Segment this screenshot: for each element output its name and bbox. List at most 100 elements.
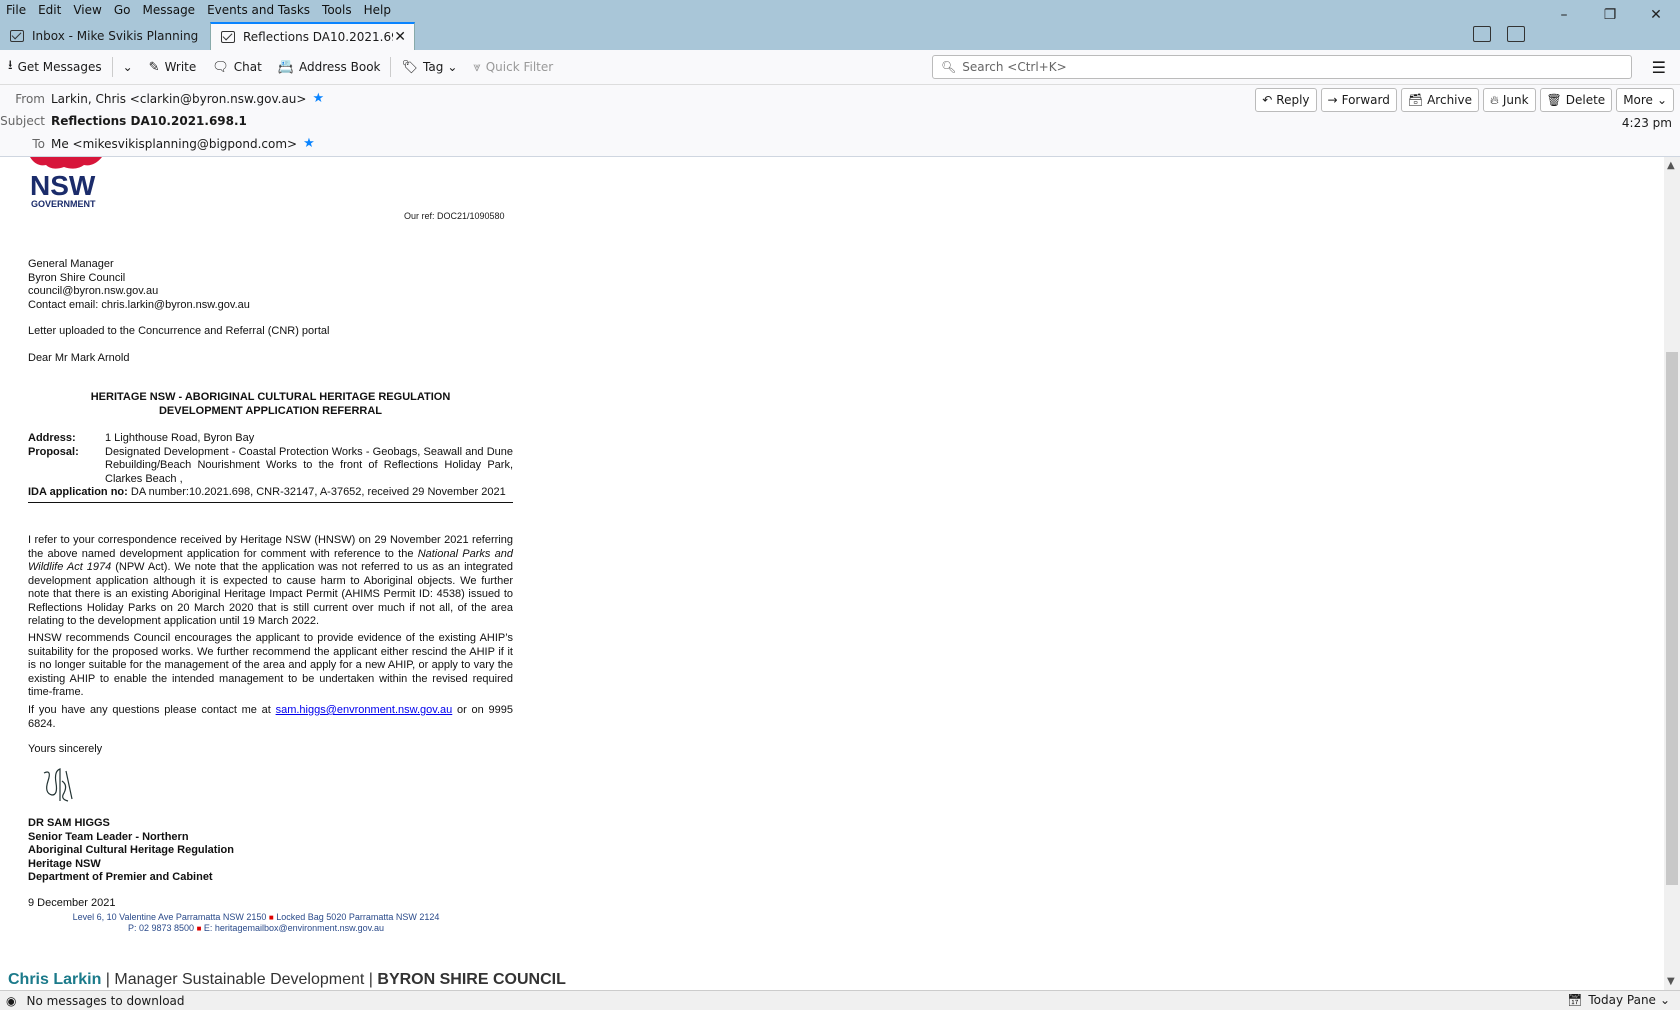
- menu-file[interactable]: File: [6, 3, 26, 17]
- subject-label: Subject: [0, 114, 45, 128]
- star-icon[interactable]: ★: [303, 136, 315, 151]
- quick-filter-button[interactable]: ⩔ Quick Filter: [465, 54, 561, 80]
- address-label: Address:: [28, 432, 76, 444]
- status-bar: ◉ No messages to download 📅︎ Today Pane …: [0, 990, 1680, 1010]
- minimize-button[interactable]: –: [1541, 4, 1587, 26]
- tag-button[interactable]: 🏷 Tag ⌄: [393, 54, 465, 80]
- recipient-line: Byron Shire Council: [28, 271, 126, 284]
- ida-label: IDA application no:: [28, 486, 128, 498]
- paragraph-3: If you have any questions please contact…: [28, 704, 513, 731]
- filter-icon: ⩔: [473, 59, 481, 75]
- nsw-logo-subtext: GOVERNMENT: [31, 199, 96, 209]
- footer-line-2: P: 02 9873 8500 ■ E: heritagemailbox@env…: [0, 923, 512, 933]
- menu-go[interactable]: Go: [114, 3, 131, 17]
- delete-button[interactable]: 🗑 Delete: [1539, 88, 1613, 112]
- trash-icon: 🗑: [1546, 93, 1562, 107]
- proposal-value: Designated Development - Coastal Protect…: [105, 445, 513, 485]
- get-messages-dropdown[interactable]: ⌄: [115, 54, 141, 80]
- activity-icon[interactable]: ◉: [6, 994, 16, 1008]
- signatory-block: DR SAM HIGGS Senior Team Leader - Northe…: [28, 817, 513, 885]
- search-input[interactable]: 🔍︎ Search <Ctrl+K>: [932, 55, 1632, 79]
- menu-view[interactable]: View: [73, 3, 101, 17]
- envelope-icon: [221, 31, 235, 43]
- footer-bullet-icon: ■: [268, 913, 274, 922]
- status-text: No messages to download: [26, 993, 185, 1008]
- close-window-button[interactable]: ✕: [1633, 4, 1679, 26]
- archive-icon: 🗃: [1407, 93, 1424, 107]
- nsw-logo-text: NSW: [30, 170, 96, 201]
- paragraph-2: HNSW recommends Council encourages the a…: [28, 632, 513, 698]
- address-book-button[interactable]: 📇 Address Book: [270, 54, 389, 80]
- subject-value: Reflections DA10.2021.698.1: [51, 114, 247, 128]
- chevron-down-icon: ⌄: [122, 60, 133, 74]
- tag-icon: 🏷: [401, 59, 418, 75]
- tab-inbox-label: Inbox - Mike Svikis Planning: [32, 29, 199, 43]
- address-book-label: Address Book: [299, 60, 381, 74]
- salutation: Dear Mr Mark Arnold: [28, 352, 130, 364]
- email-signature: Chris Larkin | Manager Sustainable Devel…: [8, 971, 566, 989]
- to-value[interactable]: Me <mikesvikisplanning@bigpond.com>: [51, 137, 297, 151]
- delete-label: Delete: [1565, 93, 1606, 107]
- proposal-row: Proposal: Designated Development - Coast…: [28, 446, 513, 487]
- archive-label: Archive: [1427, 93, 1472, 107]
- upload-note: Letter uploaded to the Concurrence and R…: [28, 325, 330, 337]
- scrollbar-thumb[interactable]: [1666, 352, 1678, 885]
- get-messages-label: Get Messages: [17, 60, 102, 74]
- message-header: From Larkin, Chris <clarkin@byron.nsw.go…: [0, 85, 1680, 157]
- contact-email-link[interactable]: sam.higgs@envronment.nsw.gov.au: [276, 704, 453, 716]
- from-row: From Larkin, Chris <clarkin@byron.nsw.go…: [0, 91, 324, 106]
- recipient-line: Contact email: chris.larkin@byron.nsw.go…: [28, 298, 250, 311]
- forward-label: Forward: [1341, 93, 1390, 107]
- toolbar-divider: [111, 57, 113, 77]
- signatory-line: Aboriginal Cultural Heritage Regulation: [28, 844, 234, 856]
- reply-label: Reply: [1276, 93, 1310, 107]
- address-book-icon: 📇: [277, 59, 295, 75]
- get-messages-button[interactable]: ⭳ Get Messages: [0, 54, 110, 80]
- quick-filter-label: Quick Filter: [485, 60, 554, 74]
- star-icon[interactable]: ★: [312, 91, 324, 106]
- tag-label: Tag: [423, 60, 444, 74]
- address-row: Address: 1 Lighthouse Road, Byron Bay: [28, 432, 513, 446]
- header-buttons: ↶ Reply → Forward 🗃 Archive 🔥︎ Junk 🗑 Delete …: [1251, 88, 1674, 112]
- junk-button[interactable]: 🔥︎ Junk: [1483, 88, 1536, 112]
- tab-close-icon[interactable]: ✕: [394, 29, 406, 45]
- tasks-icon[interactable]: [1507, 26, 1525, 42]
- calendar-icon[interactable]: [1473, 26, 1491, 42]
- chat-button[interactable]: 🗨 Chat: [204, 54, 270, 80]
- menu-edit[interactable]: Edit: [38, 3, 61, 17]
- paragraph-1: I refer to your correspondence received …: [28, 534, 513, 629]
- from-value[interactable]: Larkin, Chris <clarkin@byron.nsw.gov.au>: [51, 92, 306, 106]
- today-pane-toggle[interactable]: 📅︎ Today Pane ⌄: [1567, 993, 1670, 1007]
- calendar-icon: 📅︎: [1567, 993, 1583, 1007]
- menu-message[interactable]: Message: [142, 3, 195, 17]
- more-button[interactable]: More ⌄: [1616, 88, 1674, 112]
- menu-events-tasks[interactable]: Events and Tasks: [207, 3, 310, 17]
- heading-line-1: HERITAGE NSW - ABORIGINAL CULTURAL HERIT…: [90, 391, 451, 403]
- menu-help[interactable]: Help: [364, 3, 391, 17]
- app-menu-icon[interactable]: ☰: [1652, 58, 1666, 77]
- restore-button[interactable]: ❐: [1587, 4, 1633, 26]
- tab-message[interactable]: Reflections DA10.2021.698.1 ✕: [210, 22, 415, 50]
- menu-bar: File Edit View Go Message Events and Tas…: [0, 0, 403, 20]
- ida-value: DA number:10.2021.698, CNR-32147, A-3765…: [130, 486, 506, 498]
- nsw-government-logo: NSW GOVERNMENT: [28, 157, 108, 211]
- to-label: To: [32, 136, 45, 151]
- signature-title: Manager Sustainable Development: [114, 971, 365, 988]
- footer-email: E: heritagemailbox@environment.nsw.gov.a…: [203, 923, 384, 933]
- ida-row: IDA application no: DA number:10.2021.69…: [28, 486, 513, 500]
- archive-button[interactable]: 🗃 Archive: [1400, 88, 1479, 112]
- scroll-up-icon[interactable]: ▲: [1667, 160, 1675, 171]
- scroll-down-icon[interactable]: ▼: [1667, 976, 1675, 987]
- reply-button[interactable]: ↶ Reply: [1255, 88, 1317, 112]
- handwritten-signature: [38, 765, 78, 810]
- vertical-scrollbar[interactable]: ▲ ▼: [1664, 157, 1680, 990]
- menu-tools[interactable]: Tools: [322, 3, 352, 17]
- forward-button[interactable]: → Forward: [1320, 88, 1397, 112]
- proposal-label: Proposal:: [28, 445, 79, 458]
- our-reference: Our ref: DOC21/1090580: [404, 211, 505, 221]
- chevron-down-icon: ⌄: [1656, 93, 1667, 107]
- write-button[interactable]: ✎ Write: [141, 54, 205, 80]
- more-label: More: [1623, 93, 1653, 107]
- download-icon: ⭳: [8, 58, 13, 73]
- tab-inbox[interactable]: Inbox - Mike Svikis Planning: [0, 22, 210, 50]
